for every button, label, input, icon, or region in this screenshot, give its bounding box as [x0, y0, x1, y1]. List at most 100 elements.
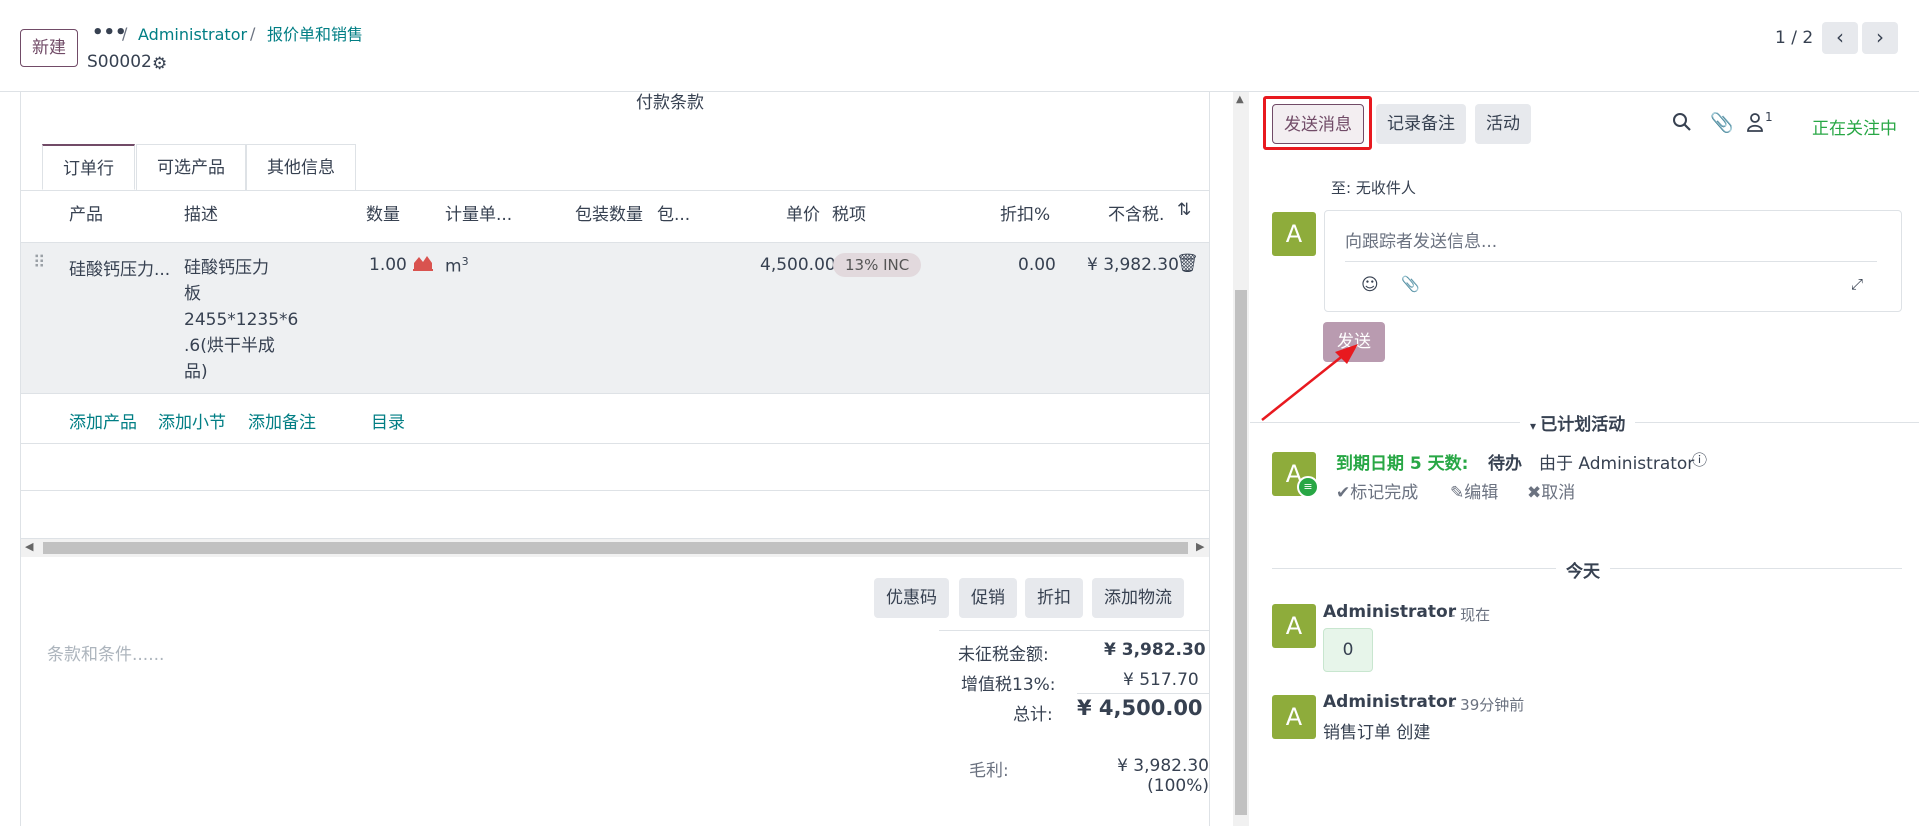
discount-button[interactable]: 折扣 — [1025, 578, 1083, 618]
catalog-link[interactable]: 目录 — [371, 408, 405, 433]
chatter-panel: 发送消息 记录备注 活动 📎 1 正在关注中 至: 无收件人 A 向跟踪者发送信… — [1250, 92, 1919, 826]
edit-activity-button[interactable]: ✎编辑 — [1450, 478, 1498, 503]
activity-assigned: 由于 Administrator — [1539, 454, 1695, 474]
caret-down-icon: ▾ — [1530, 419, 1541, 433]
breadcrumb-administrator[interactable]: Administrator — [138, 24, 247, 46]
chevron-left-icon: ‹ — [1836, 25, 1844, 49]
line-product[interactable]: 硅酸钙压力... — [69, 255, 170, 280]
column-header-subtotal[interactable]: 不含税. — [1108, 200, 1164, 225]
form-vertical-scrollbar[interactable]: ▲ — [1233, 92, 1249, 826]
tab-order-lines[interactable]: 订单行 — [42, 144, 135, 190]
attachment-icon[interactable]: 📎 — [1401, 275, 1420, 293]
search-icon[interactable] — [1672, 112, 1692, 137]
tab-other-info[interactable]: 其他信息 — [246, 144, 356, 190]
planned-activities-label: 已计划活动 — [1540, 415, 1626, 435]
payment-terms-label: 付款条款 — [636, 93, 704, 113]
activities-button[interactable]: 活动 — [1475, 104, 1531, 144]
tax-label: 增值税13%: — [961, 675, 1056, 695]
column-header-quantity[interactable]: 数量 — [366, 200, 400, 225]
attachment-icon[interactable]: 📎 — [1710, 111, 1734, 134]
gear-icon[interactable]: ⚙ — [152, 54, 167, 74]
breadcrumb-quotations[interactable]: 报价单和销售 — [267, 24, 363, 46]
avatar: A — [1272, 695, 1316, 739]
composer[interactable]: 向跟踪者发送信息... ☺ 📎 ⤢ — [1324, 210, 1902, 312]
pencil-icon: ✎ — [1450, 483, 1465, 503]
scroll-up-icon[interactable]: ▲ — [1236, 94, 1244, 105]
line-description-text: 品) — [184, 362, 208, 382]
forecast-chart-icon[interactable] — [413, 253, 433, 276]
followers-icon[interactable] — [1746, 112, 1764, 137]
promotions-button[interactable]: 促销 — [959, 578, 1017, 618]
expand-icon[interactable]: ⤢ — [1851, 275, 1863, 293]
tab-divider — [21, 190, 1210, 191]
column-header-description[interactable]: 描述 — [184, 200, 218, 225]
line-quantity[interactable]: 1.00 — [369, 255, 407, 275]
drag-handle-icon[interactable]: ⠿ — [33, 253, 45, 273]
mark-done-label: 标记完成 — [1350, 483, 1419, 503]
planned-activities-header[interactable]: ▾ 已计划活动 — [1520, 410, 1636, 435]
form-vertical-scrollbar-thumb[interactable] — [1235, 290, 1247, 815]
coupon-button[interactable]: 优惠码 — [874, 578, 949, 618]
trash-icon[interactable]: 🗑 — [1176, 253, 1199, 274]
message-author[interactable]: Administrator — [1323, 602, 1456, 622]
tab-optional-products[interactable]: 可选产品 — [136, 144, 246, 190]
composer-input[interactable]: 向跟踪者发送信息... — [1345, 227, 1497, 252]
check-icon: ✔ — [1336, 483, 1351, 503]
record-name: S00002 — [87, 52, 152, 72]
avatar: A — [1272, 604, 1316, 648]
add-shipping-button[interactable]: 添加物流 — [1092, 578, 1184, 618]
emoji-icon[interactable]: ☺ — [1361, 275, 1379, 295]
annotation-arrow-icon — [1261, 344, 1358, 421]
add-product-link[interactable]: 添加产品 — [69, 408, 137, 433]
close-icon: ✖ — [1527, 483, 1542, 503]
pager-previous-button[interactable]: ‹ — [1822, 22, 1858, 54]
line-tax-badge[interactable]: 13% INC — [833, 253, 922, 277]
mark-done-button[interactable]: ✔标记完成 — [1336, 478, 1418, 503]
line-uom-exponent: 3 — [461, 255, 469, 268]
message-body: 销售订单 创建 — [1323, 723, 1431, 743]
margin-value: ¥ 3,982.30 (100%) — [1117, 756, 1209, 796]
optional-columns-icon[interactable]: ⇅ — [1177, 200, 1191, 220]
column-header-uom[interactable]: 计量单... — [445, 200, 512, 225]
row-divider — [21, 490, 1210, 491]
log-note-button[interactable]: 记录备注 — [1376, 104, 1466, 144]
horizontal-scrollbar-thumb[interactable] — [43, 542, 1188, 554]
add-note-link[interactable]: 添加备注 — [248, 408, 316, 433]
follower-count: 1 — [1765, 110, 1773, 124]
line-description-text: 2455*1235*6 — [184, 310, 299, 330]
following-button[interactable]: 正在关注中 — [1812, 114, 1897, 139]
column-header-discount[interactable]: 折扣% — [1000, 200, 1050, 225]
scroll-right-icon[interactable]: ▶ — [1196, 540, 1204, 553]
line-unit-price[interactable]: 4,500.00 — [760, 255, 836, 275]
todo-activity-icon: ≡ — [1297, 476, 1319, 498]
total-value: ¥ 4,500.00 — [1077, 696, 1203, 720]
untaxed-amount-value: ¥ 3,982.30 — [1104, 640, 1206, 660]
line-description[interactable]: 硅酸钙压力 板 2455*1235*6 .6(烘干半成 品) — [184, 255, 298, 385]
scroll-left-icon[interactable]: ◀ — [25, 540, 33, 553]
column-header-packaging[interactable]: 包... — [657, 200, 690, 225]
info-icon[interactable]: ⓘ — [1692, 449, 1707, 470]
column-header-unit-price[interactable]: 单价 — [786, 200, 820, 225]
add-section-link[interactable]: 添加小节 — [158, 408, 226, 433]
highlight-box — [1263, 96, 1372, 150]
message-body: 0 — [1323, 628, 1373, 672]
table-row[interactable]: ⠿ 硅酸钙压力... 硅酸钙压力 板 2455*1235*6 .6(烘干半成 品… — [21, 242, 1210, 394]
terms-conditions-field[interactable]: 条款和条件...... — [47, 640, 164, 665]
pager-next-button[interactable]: › — [1862, 22, 1898, 54]
message-time: - 39分钟前 — [1450, 696, 1525, 714]
line-discount[interactable]: 0.00 — [1018, 255, 1056, 275]
horizontal-scrollbar[interactable]: ◀ ▶ — [21, 539, 1210, 557]
new-button[interactable]: 新建 — [20, 29, 78, 67]
cancel-activity-button[interactable]: ✖取消 — [1527, 478, 1575, 503]
line-uom[interactable]: m3 — [445, 255, 469, 277]
message-author[interactable]: Administrator — [1323, 692, 1456, 712]
line-uom-text: m — [445, 256, 462, 277]
untaxed-amount-label: 未征税金额: — [958, 645, 1049, 665]
line-subtotal: ¥ 3,982.30 — [1087, 255, 1179, 275]
pager-value[interactable]: 1 / 2 — [1775, 28, 1813, 48]
column-header-taxes[interactable]: 税项 — [832, 200, 866, 225]
activity-due-date: 到期日期 5 天数: — [1336, 454, 1469, 474]
column-header-product[interactable]: 产品 — [69, 200, 103, 225]
column-header-packaging-qty[interactable]: 包装数量 — [575, 200, 643, 225]
line-description-text: .6(烘干半成 — [184, 336, 275, 356]
